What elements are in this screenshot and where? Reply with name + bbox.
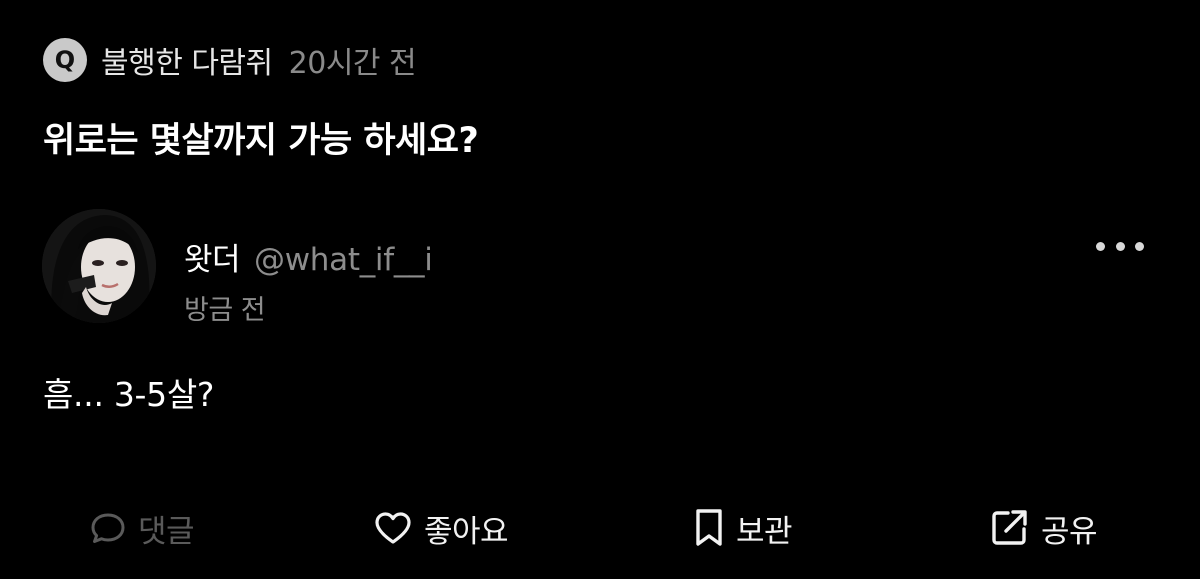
- action-bar: 댓글 좋아요 보관 공유: [0, 506, 1200, 550]
- asker-name[interactable]: 불행한 다람쥐: [101, 38, 273, 82]
- author-name[interactable]: 왓더: [184, 234, 241, 279]
- like-button[interactable]: 좋아요: [372, 506, 509, 550]
- question-timestamp: 20시간 전: [288, 46, 417, 81]
- more-dot: [1135, 241, 1144, 251]
- share-external-icon: [989, 507, 1031, 549]
- answer-text: 흠... 3-5살?: [43, 375, 215, 414]
- share-label: 공유: [1041, 513, 1098, 550]
- heart-icon: [372, 508, 414, 548]
- share-button[interactable]: 공유: [989, 506, 1098, 550]
- speech-bubble-icon: [88, 508, 128, 548]
- author-handle[interactable]: @what_if__i: [254, 242, 433, 278]
- save-label: 보관: [736, 513, 793, 550]
- comment-button[interactable]: 댓글: [88, 506, 195, 550]
- answer-timestamp: 방금 전: [184, 295, 266, 326]
- avatar[interactable]: [42, 209, 156, 323]
- more-horizontal-icon: [1096, 241, 1105, 251]
- question-header: Q 불행한 다람쥐 20시간 전: [43, 38, 417, 82]
- save-button[interactable]: 보관: [692, 506, 793, 550]
- comment-label: 댓글: [138, 513, 195, 550]
- like-label: 좋아요: [424, 513, 509, 550]
- more-dot: [1115, 241, 1125, 251]
- answer-author[interactable]: 왓더 @what_if__i: [184, 234, 433, 279]
- bookmark-icon: [692, 507, 726, 549]
- more-options-button[interactable]: [1096, 234, 1144, 258]
- question-badge: Q: [43, 38, 87, 82]
- question-text: 위로는 몇살까지 가능 하세요?: [43, 121, 479, 161]
